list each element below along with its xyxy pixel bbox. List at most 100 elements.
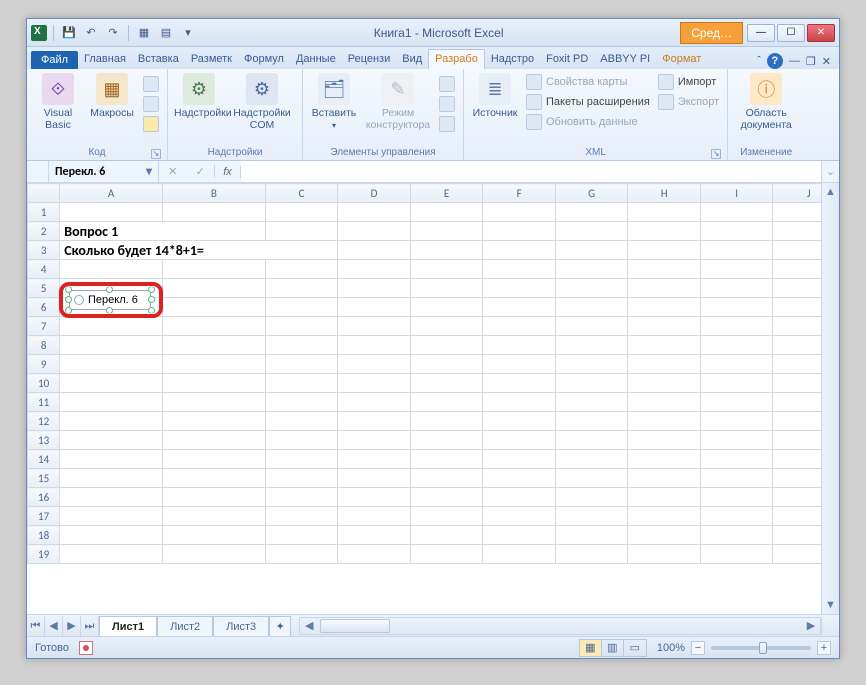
close-button[interactable]: ✕ — [807, 24, 835, 42]
xml-source-button[interactable]: ≣ Источник — [470, 71, 520, 119]
col-header[interactable]: C — [265, 184, 338, 203]
sheet-nav-next[interactable]: ▶ — [63, 616, 81, 636]
scroll-thumb[interactable] — [320, 619, 390, 633]
dialog-launcher-icon[interactable]: ↘ — [711, 149, 721, 159]
resize-handle[interactable] — [106, 307, 113, 314]
zoom-out-button[interactable]: − — [691, 641, 705, 655]
cell-a3[interactable]: Сколько будет 14*8+1= — [60, 241, 338, 260]
col-header[interactable]: B — [162, 184, 265, 203]
doc-close-icon[interactable]: ✕ — [822, 55, 831, 68]
row-header[interactable]: 1 — [28, 203, 60, 222]
worksheet-grid[interactable]: A B C D E F G H I J 1 2Вопрос 1 3Сколько… — [27, 183, 821, 614]
view-code-button[interactable] — [437, 95, 457, 113]
row-header[interactable]: 16 — [28, 488, 60, 507]
cancel-icon[interactable]: ✕ — [168, 165, 177, 178]
sheet-nav-prev[interactable]: ◀ — [45, 616, 63, 636]
qat-extra-2[interactable]: ▤ — [157, 24, 175, 42]
dialog-launcher-icon[interactable]: ↘ — [151, 149, 161, 159]
col-header[interactable]: F — [483, 184, 556, 203]
sheet-tab[interactable]: Лист1 — [99, 616, 157, 637]
row-header[interactable]: 15 — [28, 469, 60, 488]
horizontal-scrollbar[interactable]: ◀ ▶ — [299, 617, 821, 635]
col-header[interactable]: D — [338, 184, 411, 203]
properties-button[interactable] — [437, 75, 457, 93]
zoom-slider[interactable] — [711, 646, 811, 650]
maximize-button[interactable]: ☐ — [777, 24, 805, 42]
macro-security-button[interactable] — [141, 115, 161, 133]
resize-handle[interactable] — [148, 286, 155, 293]
design-mode-button[interactable]: ✎ Режим конструктора — [363, 71, 433, 131]
chevron-down-icon[interactable]: ▾ — [146, 164, 152, 179]
row-header[interactable]: 19 — [28, 545, 60, 564]
col-header[interactable]: E — [410, 184, 483, 203]
row-header[interactable]: 14 — [28, 450, 60, 469]
formula-input[interactable] — [241, 161, 821, 182]
expansion-packs-button[interactable]: Пакеты расширения — [524, 93, 652, 111]
visual-basic-button[interactable]: ⟐ Visual Basic — [33, 71, 83, 131]
addins-button[interactable]: ⚙ Надстройки — [174, 71, 224, 119]
row-header[interactable]: 11 — [28, 393, 60, 412]
row-header[interactable]: 9 — [28, 355, 60, 374]
save-button[interactable]: 💾 — [60, 24, 78, 42]
sheet-nav-last[interactable]: ⏭ — [81, 616, 99, 636]
col-header[interactable]: A — [60, 184, 163, 203]
row-header[interactable]: 13 — [28, 431, 60, 450]
macro-record-icon[interactable] — [79, 641, 93, 655]
macros-button[interactable]: ▦ Макросы — [87, 71, 137, 119]
row-header[interactable]: 5 — [28, 279, 60, 298]
tab-addins[interactable]: Надстро — [485, 50, 540, 69]
resize-handle[interactable] — [65, 296, 72, 303]
resize-handle[interactable] — [148, 307, 155, 314]
doc-restore-icon[interactable]: ❐ — [806, 55, 816, 68]
expand-formula-bar[interactable]: ⌄ — [821, 161, 839, 182]
minimize-button[interactable]: — — [747, 24, 775, 42]
name-box[interactable]: Перекл. 6▾ — [49, 161, 159, 182]
tab-layout[interactable]: Разметк — [185, 50, 238, 69]
normal-view-button[interactable]: ▦ — [580, 640, 602, 656]
tab-abbyy[interactable]: ABBYY PI — [594, 50, 656, 69]
tab-format[interactable]: Формат — [656, 50, 707, 69]
resize-handle[interactable] — [65, 286, 72, 293]
scroll-down-icon[interactable]: ▼ — [822, 596, 839, 614]
resize-handle[interactable] — [148, 296, 155, 303]
col-header[interactable]: H — [628, 184, 701, 203]
sheet-nav-first[interactable]: ⏮ — [27, 616, 45, 636]
undo-button[interactable]: ↶ — [82, 24, 100, 42]
run-dialog-button[interactable] — [437, 115, 457, 133]
scroll-up-icon[interactable]: ▲ — [822, 183, 839, 201]
scroll-left-icon[interactable]: ◀ — [300, 619, 318, 632]
row-header[interactable]: 4 — [28, 260, 60, 279]
tab-foxit[interactable]: Foxit PD — [540, 50, 594, 69]
row-header[interactable]: 7 — [28, 317, 60, 336]
help-icon[interactable]: ? — [767, 53, 783, 69]
page-break-view-button[interactable]: ▭ — [624, 640, 646, 656]
confirm-icon[interactable]: ✓ — [196, 165, 205, 178]
relative-refs-button[interactable] — [141, 95, 161, 113]
sheet-tab[interactable]: Лист2 — [157, 616, 213, 637]
map-properties-button[interactable]: Свойства карты — [524, 73, 652, 91]
qat-customize[interactable]: ▾ — [179, 24, 197, 42]
ribbon-minimize-icon[interactable]: ˆ — [757, 55, 761, 67]
row-header[interactable]: 3 — [28, 241, 60, 260]
sheet-tab[interactable]: Лист3 — [213, 616, 269, 637]
redo-button[interactable]: ↷ — [104, 24, 122, 42]
doc-minimize-icon[interactable]: — — [789, 55, 800, 67]
row-header[interactable]: 18 — [28, 526, 60, 545]
row-header[interactable]: 8 — [28, 336, 60, 355]
row-header[interactable]: 12 — [28, 412, 60, 431]
import-button[interactable]: Импорт — [656, 73, 721, 91]
com-addins-button[interactable]: ⚙ Надстройки COM — [228, 71, 296, 131]
page-layout-view-button[interactable]: ▥ — [602, 640, 624, 656]
tab-review[interactable]: Рецензи — [342, 50, 397, 69]
resize-handle[interactable] — [65, 307, 72, 314]
tab-home[interactable]: Главная — [78, 50, 132, 69]
tab-view[interactable]: Вид — [396, 50, 428, 69]
zoom-in-button[interactable]: + — [817, 641, 831, 655]
refresh-data-button[interactable]: Обновить данные — [524, 113, 652, 131]
export-button[interactable]: Экспорт — [656, 93, 721, 111]
row-header[interactable]: 10 — [28, 374, 60, 393]
tab-developer[interactable]: Разрабо — [428, 49, 485, 69]
row-header[interactable]: 6 — [28, 298, 60, 317]
cell-a2[interactable]: Вопрос 1 — [60, 222, 266, 241]
insert-sheet-button[interactable]: ✦ — [269, 616, 291, 637]
